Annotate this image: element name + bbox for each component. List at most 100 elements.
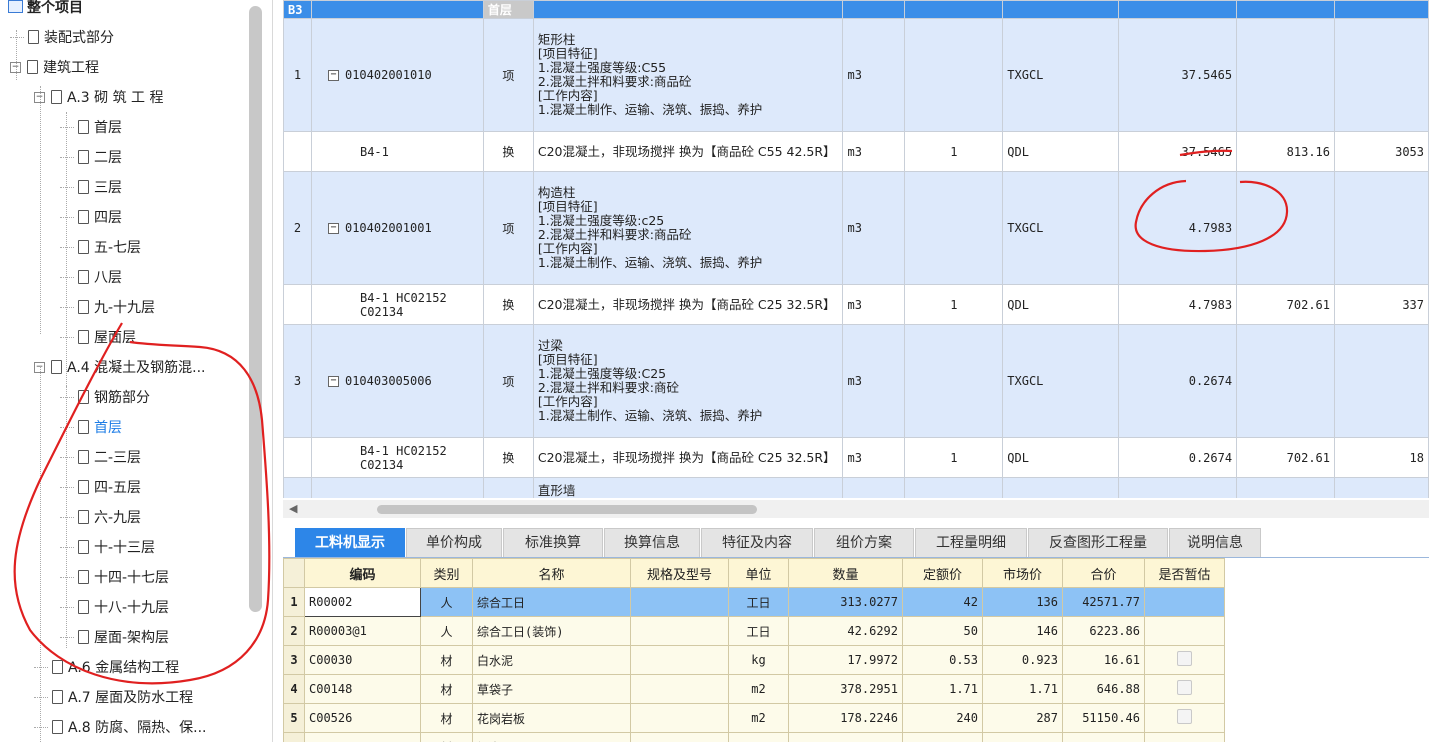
quantity-cell[interactable]: 37.5465 bbox=[1118, 131, 1238, 172]
tab-1[interactable]: 工料机显示 bbox=[295, 528, 405, 557]
material-unit-cell[interactable] bbox=[728, 732, 789, 742]
unit-price-cell[interactable] bbox=[1236, 18, 1335, 132]
tree-node[interactable]: 二-三层 bbox=[60, 444, 141, 472]
content-cell[interactable] bbox=[904, 171, 1004, 285]
material-row[interactable]: 1 R00002 人综合工日 工日 313.0277 42 136 42571.77 bbox=[283, 587, 1225, 617]
material-code-cell[interactable]: C00526 bbox=[304, 703, 421, 733]
material-quota-cell[interactable]: 50 bbox=[902, 616, 983, 646]
expression-cell[interactable]: TXGCL bbox=[1002, 324, 1120, 438]
material-spec-cell[interactable] bbox=[630, 674, 729, 704]
material-row[interactable]: 3 C00030 材白水泥 kg 17.9972 0.53 0.923 16.61 bbox=[283, 645, 1225, 675]
collapse-toggle-icon[interactable]: − bbox=[327, 375, 339, 387]
tree-node[interactable]: 首层 bbox=[60, 114, 122, 142]
unit-cell[interactable] bbox=[842, 477, 906, 498]
estimate-checkbox-cell[interactable] bbox=[1144, 674, 1225, 704]
unit-cell[interactable]: m3 bbox=[842, 324, 906, 438]
material-cat-cell[interactable]: 材 bbox=[420, 703, 473, 733]
quota-sub-row[interactable]: B4-1 HC02152 C02134 换 C20混凝土，非现场搅拌 换为【商品砼 … bbox=[283, 437, 1429, 478]
tree-node[interactable]: − 建筑工程 bbox=[10, 54, 99, 82]
material-total-cell[interactable] bbox=[1062, 732, 1145, 742]
row-number[interactable] bbox=[283, 131, 312, 172]
total-cell[interactable] bbox=[1334, 324, 1429, 438]
category-cell[interactable]: 换 bbox=[482, 131, 534, 172]
material-quota-cell[interactable]: 0.53 bbox=[902, 645, 983, 675]
material-cat-cell[interactable]: 人 bbox=[420, 587, 473, 617]
material-quota-cell[interactable] bbox=[902, 732, 983, 742]
total-cell[interactable] bbox=[1334, 18, 1429, 132]
material-spec-cell[interactable] bbox=[630, 616, 729, 646]
material-unit-cell[interactable]: 工日 bbox=[728, 587, 789, 617]
name-cell[interactable]: 矩形柱 [项目特征] 1.混凝土强度等级:C55 2.混凝土拌和料要求:商品砼 … bbox=[532, 18, 844, 132]
material-n-cell[interactable]: 4 bbox=[283, 674, 305, 704]
material-total-cell[interactable]: 6223.86 bbox=[1062, 616, 1145, 646]
materials-header-cell[interactable]: 单位 bbox=[728, 558, 789, 588]
unit-price-cell[interactable]: 702.61 bbox=[1236, 437, 1335, 478]
tab-3[interactable]: 标准换算 bbox=[503, 528, 603, 557]
boq-item-row[interactable]: 1−010402001010 项矩形柱 [项目特征] 1.混凝土强度等级:C55 … bbox=[283, 18, 1429, 132]
category-cell[interactable]: 换 bbox=[482, 437, 534, 478]
estimate-checkbox-cell[interactable] bbox=[1144, 587, 1225, 617]
tab-5[interactable]: 特征及内容 bbox=[701, 528, 813, 557]
tree-node[interactable]: 十四-十七层 bbox=[60, 564, 169, 592]
materials-header-cell[interactable]: 编码 bbox=[304, 558, 421, 588]
content-cell[interactable] bbox=[904, 477, 1004, 498]
code-cell[interactable]: B4-1 HC02152 C02134 bbox=[310, 437, 484, 478]
material-quota-cell[interactable]: 42 bbox=[902, 587, 983, 617]
tree-root[interactable]: 整个项目 bbox=[8, 0, 83, 22]
quantity-cell[interactable]: 0.2674 bbox=[1118, 437, 1238, 478]
tree-node[interactable]: A.6 金属结构工程 bbox=[34, 654, 179, 682]
tab-7[interactable]: 工程量明细 bbox=[915, 528, 1027, 557]
material-name-cell[interactable]: 花岗岩板 bbox=[472, 703, 631, 733]
material-market-cell[interactable]: 146 bbox=[982, 616, 1063, 646]
tree-node[interactable]: 九-十九层 bbox=[60, 294, 155, 322]
material-name-cell[interactable]: 草袋子 bbox=[472, 674, 631, 704]
material-code-cell[interactable]: R00003@1 bbox=[304, 616, 421, 646]
code-cell[interactable]: −010403005006 bbox=[310, 324, 484, 438]
tree-node[interactable]: 二层 bbox=[60, 144, 122, 172]
quantity-cell[interactable]: 37.5465 bbox=[1118, 18, 1238, 132]
quantity-cell[interactable]: 0.2674 bbox=[1118, 324, 1238, 438]
boq-item-row[interactable]: 直形墙 [项目特征] bbox=[283, 477, 1429, 498]
material-unit-cell[interactable]: m2 bbox=[728, 703, 789, 733]
materials-header-cell[interactable]: 合价 bbox=[1062, 558, 1145, 588]
material-spec-cell[interactable] bbox=[630, 587, 729, 617]
material-qty-cell[interactable]: 178.2246 bbox=[788, 703, 903, 733]
material-name-cell[interactable]: 白水泥 bbox=[472, 645, 631, 675]
total-cell[interactable]: 337 bbox=[1334, 284, 1429, 325]
expression-cell[interactable]: TXGCL bbox=[1002, 18, 1120, 132]
collapse-toggle-icon[interactable]: − bbox=[327, 69, 339, 81]
name-cell[interactable]: C20混凝土，非现场搅拌 换为【商品砼 C55 42.5R】 bbox=[532, 131, 844, 172]
code-cell[interactable]: −010402001001 bbox=[310, 171, 484, 285]
row-number[interactable]: 1 bbox=[283, 18, 312, 132]
material-name-cell[interactable]: 综合工日 bbox=[472, 587, 631, 617]
material-spec-cell[interactable] bbox=[630, 703, 729, 733]
material-unit-cell[interactable]: 工日 bbox=[728, 616, 789, 646]
tree-node[interactable]: 八层 bbox=[60, 264, 122, 292]
quantity-cell[interactable] bbox=[1118, 477, 1238, 498]
total-cell[interactable] bbox=[1334, 477, 1429, 498]
material-row[interactable]: 5 C00526 材花岗岩板 m2 178.2246 240 287 51150.46 bbox=[283, 703, 1225, 733]
boq-item-row[interactable]: 3−010403005006 项过梁 [项目特征] 1.混凝土强度等级:C25 2… bbox=[283, 324, 1429, 438]
unit-cell[interactable]: m3 bbox=[842, 437, 906, 478]
row-number[interactable] bbox=[283, 437, 312, 478]
expression-cell[interactable]: QDL bbox=[1002, 131, 1120, 172]
material-row[interactable]: 2 R00003@1 人综合工日(装饰) 工日 42.6292 50 146 6223.86 bbox=[283, 616, 1225, 646]
material-name-cell[interactable]: 综合工日(装饰) bbox=[472, 616, 631, 646]
material-quota-cell[interactable]: 240 bbox=[902, 703, 983, 733]
materials-header-cell[interactable]: 类别 bbox=[420, 558, 473, 588]
material-quota-cell[interactable]: 1.71 bbox=[902, 674, 983, 704]
material-n-cell[interactable] bbox=[283, 732, 305, 742]
material-n-cell[interactable]: 1 bbox=[283, 587, 305, 617]
material-cat-cell[interactable]: 材 bbox=[420, 674, 473, 704]
material-n-cell[interactable]: 5 bbox=[283, 703, 305, 733]
tree-node[interactable]: 装配式部分 bbox=[10, 24, 114, 52]
content-cell[interactable]: 1 bbox=[904, 131, 1004, 172]
category-cell[interactable]: 项 bbox=[482, 18, 534, 132]
expression-cell[interactable]: TXGCL bbox=[1002, 171, 1120, 285]
estimate-checkbox[interactable] bbox=[1177, 680, 1192, 695]
estimate-checkbox-cell[interactable] bbox=[1144, 732, 1225, 742]
unit-price-cell[interactable] bbox=[1236, 324, 1335, 438]
tab-2[interactable]: 单价构成 bbox=[406, 528, 502, 557]
scroll-left-arrow-icon[interactable]: ◀ bbox=[289, 502, 297, 515]
materials-header-cell[interactable]: 市场价 bbox=[982, 558, 1063, 588]
